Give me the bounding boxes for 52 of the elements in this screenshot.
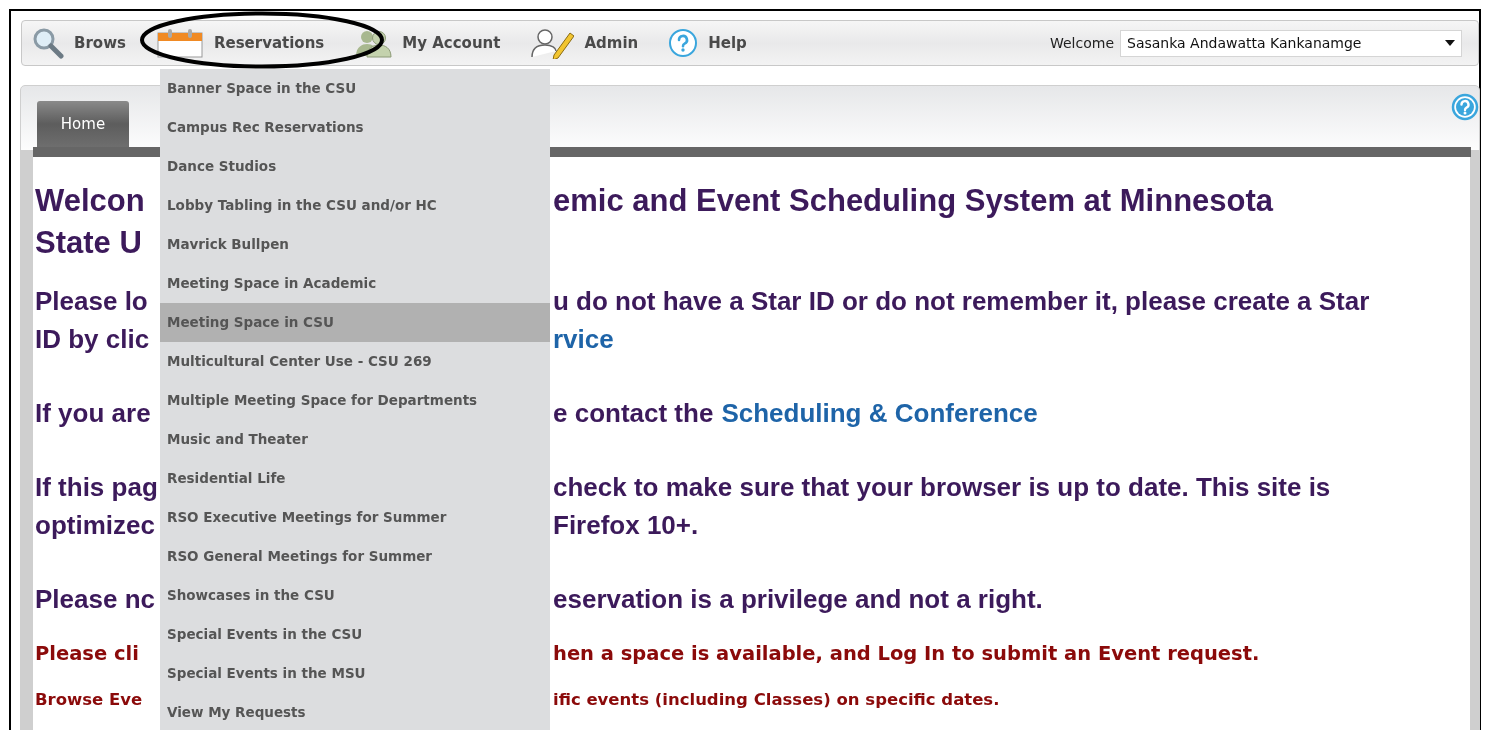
menu-item[interactable]: Dance Studios (160, 147, 550, 186)
menu-item[interactable]: Meeting Space in CSU (160, 303, 550, 342)
menu-item[interactable]: Special Events in the CSU (160, 615, 550, 654)
menu-item[interactable]: RSO Executive Meetings for Summer (160, 498, 550, 537)
menu-item[interactable]: Multicultural Center Use - CSU 269 (160, 342, 550, 381)
calendar-icon (155, 28, 204, 58)
menu-item[interactable]: Meeting Space in Academic (160, 264, 550, 303)
help-icon (668, 28, 699, 58)
text-fragment: optimizec (35, 510, 155, 540)
menu-item[interactable]: Showcases in the CSU (160, 576, 550, 615)
text-fragment: Firefox 10+. (553, 509, 699, 542)
menu-item[interactable]: Multiple Meeting Space for Departments (160, 381, 550, 420)
text-fragment: Please lo (35, 286, 148, 316)
text-fragment: Welcon (35, 183, 145, 218)
welcome-label: Welcome (1049, 33, 1114, 53)
user-select[interactable]: Sasanka Andawatta Kankanamge (1120, 29, 1462, 57)
nav-link[interactable]: Admin (584, 31, 639, 55)
text-fragment: hen a space is available, and Log In to submit an Event request. (553, 641, 1260, 667)
home-tab[interactable]: Home (37, 101, 129, 147)
menu-item[interactable]: Banner Space in the CSU (160, 69, 550, 108)
text-fragment: check to make sure that your browser is up to date. This site is (553, 471, 1331, 504)
people-icon (354, 28, 393, 58)
text-fragment: ific events (including Classes) on specific dates. (553, 689, 1000, 711)
search-icon (32, 27, 64, 59)
nav-link[interactable]: Help (708, 31, 747, 55)
text-link[interactable]: Scheduling & Conference (721, 394, 1038, 432)
text-fragment: Please cli (35, 642, 139, 665)
nav-link[interactable]: My Account (402, 31, 501, 55)
nav-link[interactable]: Brows (74, 31, 126, 55)
dropdown-caret-icon (1445, 40, 1455, 46)
menu-item[interactable]: Music and Theater (160, 420, 550, 459)
text-fragment: Please nc (35, 584, 155, 614)
text-fragment: e contact the (553, 397, 714, 430)
menu-item[interactable]: View My Requests (160, 693, 550, 730)
text-fragment: State U (35, 225, 142, 260)
user-pencil-icon (530, 27, 575, 59)
text-fragment: ID by clic (35, 324, 150, 354)
menu-item[interactable]: Lobby Tabling in the CSU and/or HC (160, 186, 550, 225)
text-fragment: u do not have a Star ID or do not remember it, please create a Star (553, 285, 1370, 318)
text-fragment: eservation is a privilege and not a right. (553, 583, 1043, 616)
menu-item[interactable]: Residential Life (160, 459, 550, 498)
menu-item[interactable]: Campus Rec Reservations (160, 108, 550, 147)
text-fragment: emic and Event Scheduling System at Minnesota (553, 182, 1274, 220)
text-fragment: If you are (35, 398, 151, 428)
nav-link[interactable]: Reservations (213, 31, 325, 55)
menu-item[interactable]: Special Events in the MSU (160, 654, 550, 693)
text-fragment: If this pag (35, 472, 158, 502)
text-link[interactable]: rvice (553, 320, 614, 358)
menu-item[interactable]: RSO General Meetings for Summer (160, 537, 550, 576)
text-fragment: Browse Eve (35, 690, 143, 709)
help-icon[interactable] (1451, 93, 1479, 121)
menu-item[interactable]: Mavrick Bullpen (160, 225, 550, 264)
